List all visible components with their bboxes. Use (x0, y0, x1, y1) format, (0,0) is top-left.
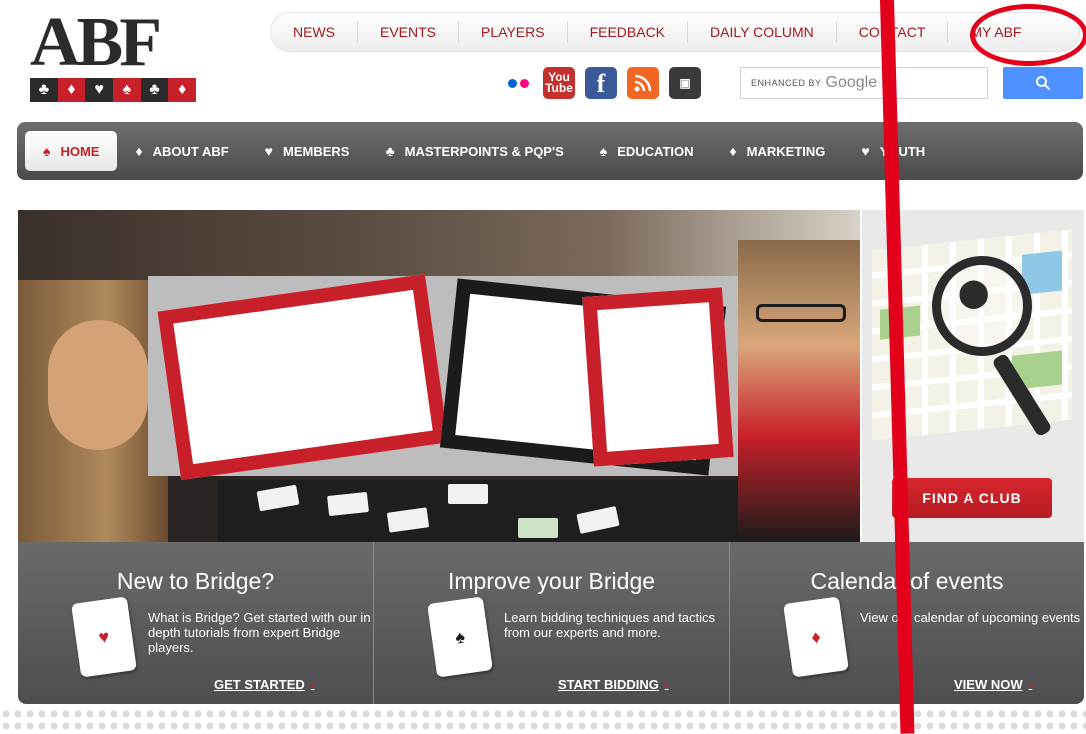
facebook-icon[interactable]: f (585, 67, 617, 99)
top-nav-feedback[interactable]: FEEDBACK (568, 21, 689, 43)
club-icon: ♣ (385, 143, 395, 159)
logo-suit-4: ♠ (113, 78, 141, 102)
hero-card-table (218, 480, 738, 542)
main-nav-label: MASTERPOINTS & PQP'S (404, 143, 564, 159)
heart-icon: ♥ (861, 143, 870, 159)
table-card (576, 506, 620, 534)
panel-text: View our calendar of upcoming events (860, 610, 1081, 625)
hero-banner-image[interactable] (18, 210, 860, 542)
hero-playing-cards (148, 274, 738, 480)
spade-icon: ♠ (599, 143, 608, 159)
diamond-icon: ♦ (135, 143, 143, 159)
logo-suit-strip: ♣ ♦ ♥ ♠ ♣ ♦ (30, 78, 197, 102)
logo-suit-6: ♦ (168, 78, 197, 102)
logo-text: ABF (30, 4, 162, 81)
arrow-right-icon: › (664, 678, 669, 691)
panel-title: Improve your Bridge (447, 568, 656, 594)
cta-label: START BIDDING (558, 677, 659, 692)
view-now-link[interactable]: VIEW NOW › (954, 677, 1032, 692)
arrow-right-icon: › (1028, 678, 1033, 691)
main-nav: ♠ HOME ♦ ABOUT ABF ♥ MEMBERS ♣ MASTERPOI… (17, 122, 1083, 180)
main-nav-members[interactable]: ♥ MEMBERS (247, 131, 368, 171)
search-icon (1036, 76, 1051, 91)
top-nav: NEWS EVENTS PLAYERS FEEDBACK DAILY COLUM… (270, 12, 1080, 52)
main-nav-label: MEMBERS (282, 143, 350, 159)
hero-card (582, 287, 734, 467)
panel-title: New to Bridge? (116, 568, 275, 594)
main-nav-masterpoints[interactable]: ♣ MASTERPOINTS & PQP'S (367, 131, 581, 171)
get-started-link[interactable]: GET STARTED › (214, 677, 314, 692)
hero-player-right (738, 240, 860, 542)
map-pin-icon: ⬤ (958, 277, 990, 308)
arrow-right-icon: › (310, 678, 315, 691)
logo-suit-2: ♦ (57, 78, 86, 102)
hero-player-left-face (48, 320, 148, 450)
start-bidding-link[interactable]: START BIDDING › (558, 677, 669, 692)
panel-text: What is Bridge? Get started with our in … (148, 610, 371, 655)
panel-text: Learn bidding techniques and tactics fro… (504, 610, 716, 640)
top-nav-daily-column[interactable]: DAILY COLUMN (688, 21, 837, 43)
main-nav-label: EDUCATION (617, 143, 694, 159)
table-card (448, 484, 488, 504)
main-nav-about-abf[interactable]: ♦ ABOUT ABF (117, 131, 246, 171)
flickr-icon[interactable] (503, 78, 533, 88)
diamond-icon: ♦ (729, 143, 737, 159)
logo-suit-1: ♣ (30, 78, 58, 102)
heart-icon: ♥ (264, 143, 273, 159)
find-a-club-button[interactable]: FIND A CLUB (892, 478, 1052, 518)
info-panels: New to Bridge? ♥ What is Bridge? Get sta… (18, 542, 1084, 704)
search-button[interactable] (1003, 67, 1083, 99)
table-card (327, 491, 369, 517)
hero-player-left (18, 280, 168, 542)
main-nav-label: ABOUT ABF (152, 143, 229, 159)
diamond-card-icon: ♦ (783, 596, 849, 678)
main-nav-education[interactable]: ♠ EDUCATION (582, 131, 712, 171)
hero-card (157, 274, 449, 480)
cta-label: VIEW NOW (954, 677, 1023, 692)
main-nav-marketing[interactable]: ♦ MARKETING (712, 131, 844, 171)
table-card (386, 507, 430, 533)
top-nav-news[interactable]: NEWS (271, 21, 358, 43)
search-input[interactable]: ENHANCED BY Google (740, 67, 988, 99)
panel-new-to-bridge: New to Bridge? ♥ What is Bridge? Get sta… (18, 542, 374, 704)
rss-icon[interactable] (627, 67, 659, 99)
spade-icon: ♠ (43, 143, 51, 159)
abf-logo[interactable]: ABF ♣ ♦ ♥ ♠ ♣ ♦ (30, 4, 200, 104)
table-card (256, 484, 300, 512)
top-nav-players[interactable]: PLAYERS (459, 21, 568, 43)
spade-card-icon: ♠ (427, 596, 493, 678)
app-icon[interactable]: ▣ (669, 67, 701, 99)
search-google-brand: Google (825, 74, 878, 91)
youtube-icon[interactable]: You Tube (543, 67, 575, 99)
cta-label: GET STARTED (214, 677, 305, 692)
dotted-footer-pattern (0, 708, 1086, 734)
glasses-icon (756, 304, 846, 322)
main-nav-label: HOME (60, 143, 100, 159)
annotation-circle-my-abf (970, 4, 1086, 66)
rss-glyph (634, 74, 652, 92)
panel-improve-your-bridge: Improve your Bridge ♠ Learn bidding tech… (374, 542, 730, 704)
top-nav-events[interactable]: EVENTS (358, 21, 460, 43)
heart-card-icon: ♥ (71, 596, 137, 678)
logo-suit-3: ♥ (85, 78, 114, 102)
table-card (518, 518, 558, 538)
main-nav-label: MARKETING (746, 143, 826, 159)
search-enhanced-by: ENHANCED BY (751, 78, 822, 88)
main-nav-home[interactable]: ♠ HOME (25, 131, 118, 171)
social-icons: You Tube f ▣ (503, 66, 701, 100)
logo-suit-5: ♣ (140, 78, 169, 102)
